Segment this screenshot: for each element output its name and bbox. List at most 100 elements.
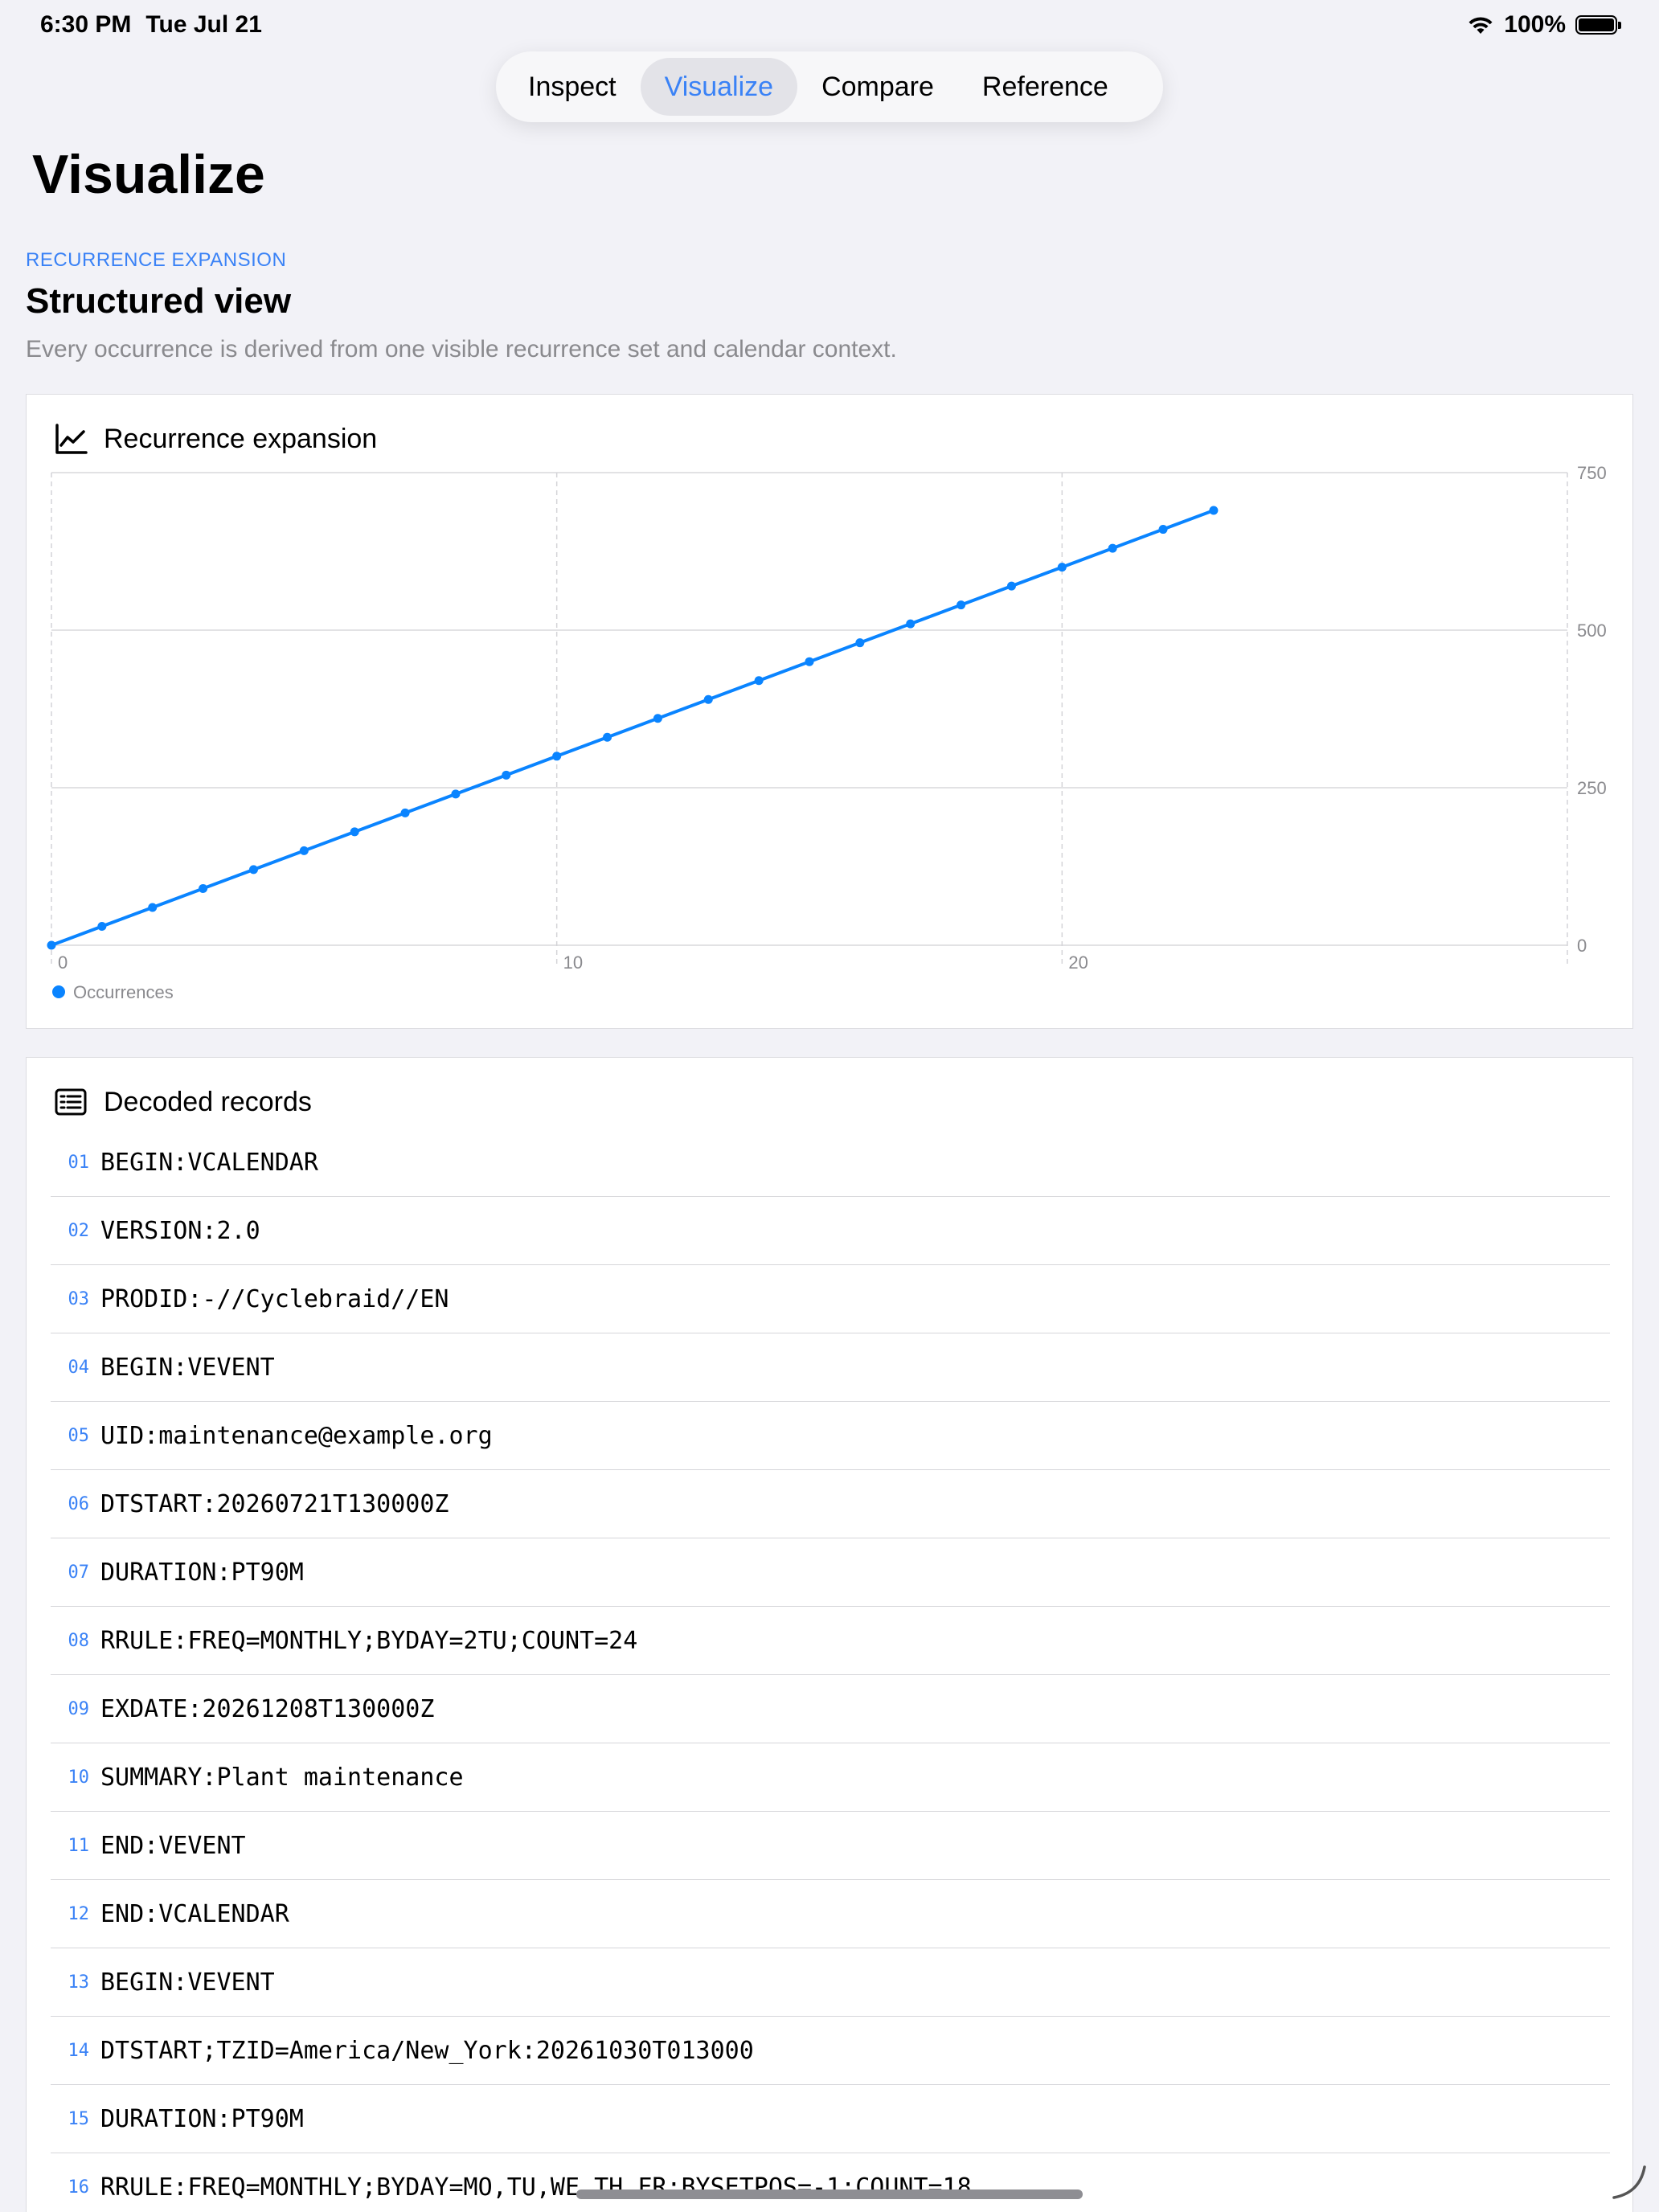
home-indicator[interactable]: [576, 2189, 1083, 2199]
record-line-number: 02: [68, 1220, 90, 1241]
records-card-header: Decoded records: [54, 1085, 312, 1119]
record-line-number: 12: [68, 1903, 90, 1924]
record-line-number: 07: [68, 1562, 90, 1583]
recurrence-line-chart: 0 250 500 750 0 10 20 Occurrences: [47, 463, 1607, 1002]
record-row[interactable]: 08 RRULE:FREQ=MONTHLY;BYDAY=2TU;COUNT=24: [51, 1607, 1610, 1675]
record-text: UID:maintenance@example.org: [100, 1421, 493, 1450]
tab-visualize[interactable]: Visualize: [640, 58, 798, 116]
status-clock: 6:30 PM Tue Jul 21: [40, 11, 262, 39]
record-row[interactable]: 02 VERSION:2.0: [51, 1197, 1610, 1265]
legend-marker: [52, 985, 65, 998]
status-date: Tue Jul 21: [145, 11, 262, 38]
resize-corner-icon[interactable]: [1608, 2161, 1649, 2202]
section-eyebrow: RECURRENCE EXPANSION: [26, 249, 287, 271]
record-text: END:VEVENT: [100, 1831, 246, 1860]
record-row[interactable]: 03 PRODID:-//Cyclebraid//EN: [51, 1265, 1610, 1333]
data-point: [148, 903, 158, 912]
records-list: 01 BEGIN:VCALENDAR 02 VERSION:2.0 03 PRODID:-…: [51, 1129, 1634, 2212]
battery-percent: 100%: [1504, 11, 1566, 38]
record-row[interactable]: 06 DTSTART:20260721T130000Z: [51, 1470, 1610, 1538]
data-point: [552, 752, 562, 761]
record-text: SUMMARY:Plant maintenance: [100, 1763, 464, 1792]
record-line-number: 06: [68, 1493, 90, 1514]
record-text: EXDATE:20261208T130000Z: [100, 1694, 435, 1723]
tab-reference[interactable]: Reference: [958, 58, 1133, 116]
y-tick-label: 250: [1577, 778, 1607, 798]
data-point: [97, 921, 107, 931]
status-bar: 6:30 PM Tue Jul 21 100%: [0, 0, 1659, 51]
record-row[interactable]: 04 BEGIN:VEVENT: [51, 1333, 1610, 1402]
data-point: [956, 600, 966, 610]
data-point: [906, 619, 916, 629]
record-line-number: 14: [68, 2040, 90, 2061]
data-point: [47, 940, 56, 950]
data-point: [1158, 525, 1168, 535]
record-text: DURATION:PT90M: [100, 2104, 304, 2133]
x-tick-label: 20: [1068, 952, 1088, 973]
legend-label: Occurrences: [73, 982, 174, 1002]
record-row[interactable]: 15 DURATION:PT90M: [51, 2085, 1610, 2153]
view-segmented-control: Inspect Visualize Compare Reference: [496, 51, 1163, 122]
section-subtitle: Every occurrence is derived from one vis…: [26, 336, 897, 363]
record-row[interactable]: 13 BEGIN:VEVENT: [51, 1948, 1610, 2017]
chart-card: Recurrence expansion 0 250 500 750 0 10 20 Occu…: [26, 394, 1633, 1029]
record-row[interactable]: 05 UID:maintenance@example.org: [51, 1402, 1610, 1470]
record-text: DURATION:PT90M: [100, 1558, 304, 1587]
data-point: [603, 732, 612, 742]
record-line-number: 04: [68, 1357, 90, 1378]
x-tick-label: 0: [58, 952, 68, 973]
series-line: [50, 509, 1215, 947]
wifi-icon: [1469, 17, 1493, 34]
status-time: 6:30 PM: [40, 11, 132, 38]
data-point: [350, 827, 359, 837]
record-line-number: 16: [68, 2177, 90, 2198]
list-document-icon: [55, 1088, 87, 1116]
x-tick-label: 10: [563, 952, 583, 973]
data-point: [199, 883, 208, 893]
tab-compare[interactable]: Compare: [797, 58, 958, 116]
y-tick-label: 750: [1577, 463, 1607, 483]
record-line-number: 01: [68, 1152, 90, 1173]
data-point: [805, 657, 814, 666]
y-tick-label: 500: [1577, 621, 1607, 641]
record-row[interactable]: 12 END:VCALENDAR: [51, 1880, 1610, 1948]
data-point: [1209, 506, 1219, 515]
record-text: VERSION:2.0: [100, 1216, 260, 1245]
data-point: [1057, 563, 1067, 572]
record-line-number: 09: [68, 1698, 90, 1719]
data-point: [299, 846, 309, 855]
data-point: [400, 808, 410, 817]
record-row[interactable]: 01 BEGIN:VCALENDAR: [51, 1129, 1610, 1197]
record-row[interactable]: 10 SUMMARY:Plant maintenance: [51, 1743, 1610, 1812]
record-line-number: 11: [68, 1835, 90, 1856]
record-line-number: 08: [68, 1630, 90, 1651]
record-row[interactable]: 11 END:VEVENT: [51, 1812, 1610, 1880]
record-text: DTSTART;TZID=America/New_York:20261030T0…: [100, 2036, 754, 2065]
records-card: Decoded records 01 BEGIN:VCALENDAR 02 VERSI…: [26, 1057, 1633, 2212]
record-row[interactable]: 16 RRULE:FREQ=MONTHLY;BYDAY=MO,TU,WE,TH,F…: [51, 2153, 1610, 2212]
record-text: BEGIN:VCALENDAR: [100, 1148, 318, 1177]
record-row[interactable]: 14 DTSTART;TZID=America/New_York:20261030…: [51, 2017, 1610, 2085]
data-point: [754, 676, 764, 686]
data-point: [703, 694, 713, 704]
tab-inspect[interactable]: Inspect: [504, 58, 641, 116]
data-point: [248, 865, 258, 875]
record-row[interactable]: 07 DURATION:PT90M: [51, 1538, 1610, 1607]
record-line-number: 03: [68, 1288, 90, 1309]
record-text: DTSTART:20260721T130000Z: [100, 1489, 449, 1518]
data-point: [1006, 581, 1016, 591]
record-text: BEGIN:VEVENT: [100, 1968, 275, 1997]
record-text: RRULE:FREQ=MONTHLY;BYDAY=2TU;COUNT=24: [100, 1626, 638, 1655]
battery-icon: [1575, 15, 1621, 35]
section-title: Structured view: [26, 281, 292, 321]
data-point: [502, 770, 511, 780]
data-point: [653, 714, 662, 723]
record-row[interactable]: 09 EXDATE:20261208T130000Z: [51, 1675, 1610, 1743]
record-text: END:VCALENDAR: [100, 1899, 289, 1928]
record-line-number: 05: [68, 1425, 90, 1446]
data-point: [451, 789, 461, 799]
data-point: [855, 638, 865, 648]
page-title: Visualize: [32, 144, 265, 205]
record-line-number: 10: [68, 1767, 90, 1788]
record-text: BEGIN:VEVENT: [100, 1353, 275, 1382]
